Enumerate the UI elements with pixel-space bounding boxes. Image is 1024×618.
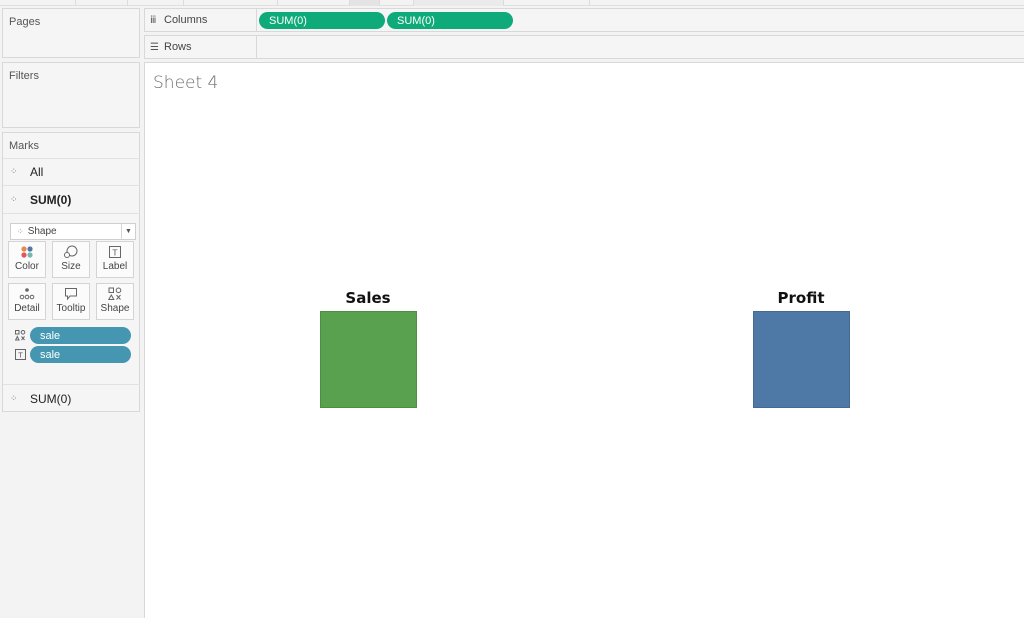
- detail-card-button[interactable]: Detail: [8, 283, 46, 320]
- field-pill-label: sale: [40, 348, 61, 361]
- marks-all-label: All: [30, 165, 44, 179]
- tooltip-card-label: Tooltip: [56, 303, 86, 314]
- marks-multi-icon: ⁘: [10, 167, 18, 177]
- column-pill[interactable]: SUM(0): [387, 12, 513, 29]
- field-pill-label: sale: [40, 329, 61, 342]
- mark-square-profit[interactable]: [753, 311, 850, 408]
- rows-label-text: Rows: [164, 41, 192, 53]
- toolbar-segment-active: [350, 0, 380, 6]
- svg-text:T: T: [112, 249, 118, 258]
- mark-type-dropdown[interactable]: ⁘ Shape ▼: [10, 223, 136, 240]
- marks-measure-row[interactable]: ⁘ SUM(0): [3, 384, 140, 412]
- color-icon: [9, 245, 45, 261]
- worksheet-view[interactable]: Sheet 4 Sales Profit: [144, 62, 1024, 618]
- marks-card: Marks ⁘ All ⁘ SUM(0) ⁘ Shape ▼ Color Siz…: [2, 132, 140, 412]
- toolbar-segment: [414, 0, 504, 6]
- columns-shelf-label: ⅲ Columns: [145, 9, 257, 31]
- marks-title: Marks: [9, 140, 39, 152]
- rows-shelf: ☰ Rows: [144, 35, 1024, 59]
- pages-title: Pages: [9, 16, 41, 28]
- label-card-button[interactable]: T Label: [96, 241, 134, 278]
- field-pill-label-encoding[interactable]: sale: [30, 346, 131, 363]
- rows-drop-area[interactable]: [258, 36, 1024, 58]
- field-pill-shape[interactable]: sale: [30, 327, 131, 344]
- toolbar-segment: [380, 0, 414, 6]
- sheet-title[interactable]: Sheet 4: [153, 73, 218, 93]
- rows-shelf-label: ☰ Rows: [145, 36, 257, 58]
- detail-card-label: Detail: [14, 303, 40, 314]
- toolbar-segment: [504, 0, 590, 6]
- columns-shelf: ⅲ Columns SUM(0) SUM(0): [144, 8, 1024, 32]
- marks-second-measure: SUM(0): [30, 391, 72, 406]
- shape-card-button[interactable]: Shape: [96, 283, 134, 320]
- marks-measure-row-selected[interactable]: ⁘ SUM(0): [3, 186, 140, 214]
- mark-label-profit: Profit: [777, 289, 825, 307]
- toolbar-segment: [184, 0, 278, 6]
- mark-type-value: Shape: [27, 226, 57, 237]
- size-icon: [53, 245, 89, 261]
- toolbar-segment: [76, 0, 128, 6]
- columns-drop-area[interactable]: SUM(0) SUM(0): [258, 9, 1024, 31]
- detail-icon: [9, 287, 45, 303]
- shape-encoding-icon: [14, 330, 26, 344]
- columns-label-text: Columns: [164, 14, 208, 26]
- chevron-down-icon[interactable]: ▼: [121, 224, 135, 239]
- toolbar-segment: [128, 0, 184, 6]
- rows-icon: ☰: [150, 41, 159, 53]
- columns-icon: ⅲ: [150, 14, 157, 26]
- shape-icon: ⁘: [17, 227, 24, 236]
- color-card-button[interactable]: Color: [8, 241, 46, 278]
- filters-title: Filters: [9, 70, 39, 82]
- label-card-label: Label: [102, 261, 128, 272]
- mark-label-sales: Sales: [345, 289, 391, 307]
- top-toolbar-strip: [0, 0, 1024, 6]
- tooltip-icon: [53, 287, 89, 303]
- mark-square-sales[interactable]: [320, 311, 417, 408]
- shape-icon: [97, 287, 133, 303]
- size-card-label: Size: [61, 261, 81, 272]
- column-pill[interactable]: SUM(0): [259, 12, 385, 29]
- label-icon: T: [97, 245, 133, 261]
- marks-multi-icon: ⁘: [10, 393, 18, 404]
- tooltip-card-button[interactable]: Tooltip: [52, 283, 90, 320]
- toolbar-segment: [278, 0, 350, 6]
- pages-card[interactable]: Pages: [2, 8, 140, 58]
- toolbar-segment: [0, 0, 76, 6]
- size-card-button[interactable]: Size: [52, 241, 90, 278]
- shape-card-label: Shape: [100, 303, 130, 314]
- marks-multi-icon: ⁘: [10, 194, 18, 205]
- marks-all-row[interactable]: ⁘ All: [3, 158, 140, 186]
- label-encoding-icon: T: [15, 349, 26, 363]
- color-card-label: Color: [15, 261, 39, 272]
- column-pill-label: SUM(0): [269, 14, 307, 27]
- column-pill-label: SUM(0): [397, 14, 435, 27]
- marks-selected-measure: SUM(0): [30, 192, 72, 207]
- svg-text:T: T: [17, 352, 23, 360]
- filters-card[interactable]: Filters: [2, 62, 140, 128]
